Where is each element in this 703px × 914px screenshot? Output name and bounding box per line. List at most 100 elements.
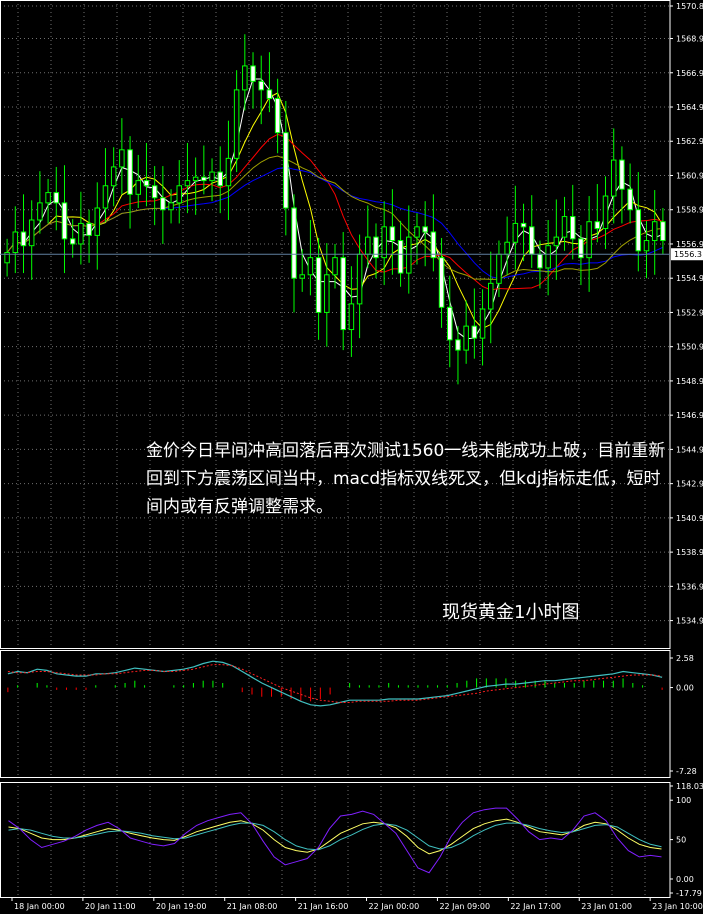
- candle-body: [504, 241, 510, 255]
- candle-body: [168, 202, 174, 211]
- candle-body: [487, 282, 494, 310]
- chart-label: 现货黄金1小时图: [442, 602, 580, 623]
- x-tick-label: 21 Jan 08:00: [227, 902, 278, 911]
- candle-body: [627, 188, 633, 211]
- x-tick-label: 18 Jan 00:00: [14, 902, 65, 911]
- candle-body: [471, 325, 478, 339]
- kdj-y-tick-label: 100: [676, 796, 691, 805]
- candle-body: [324, 274, 330, 313]
- candle-body: [586, 221, 592, 259]
- candle-body: [217, 171, 223, 187]
- candle-body: [414, 226, 420, 238]
- candle-body: [283, 132, 289, 209]
- candle-body: [651, 221, 658, 242]
- current-price-label: 1556.3: [674, 250, 702, 259]
- candle-body: [512, 222, 519, 243]
- kdj-y-tick-label: 118.03: [676, 782, 703, 791]
- candle-body: [192, 176, 199, 182]
- y-tick-label: 1546.9: [676, 411, 703, 420]
- commentary-text: 金价今日早间冲高回落后再次测试1560一线未能成功上破，目前重新回到下方震荡区间…: [146, 441, 666, 517]
- candle-body: [299, 274, 305, 279]
- x-tick-label: 22 Jan 00:00: [369, 902, 420, 911]
- candle-body: [422, 226, 428, 233]
- y-tick-label: 1558.9: [676, 206, 703, 215]
- y-tick-label: 1568.9: [676, 35, 703, 44]
- x-tick-label: 21 Jan 16:00: [298, 902, 349, 911]
- candle-body: [660, 221, 666, 242]
- candle-body: [242, 65, 248, 91]
- candle-body: [12, 231, 19, 254]
- macd-y-tick-label: 0.00: [676, 684, 694, 693]
- candle-body: [291, 207, 297, 279]
- candle-body: [569, 216, 576, 240]
- candle-body: [528, 226, 535, 255]
- kdj-y-tick-label: 50: [676, 836, 686, 845]
- y-tick-label: 1560.9: [676, 171, 703, 180]
- candle-body: [61, 202, 68, 240]
- candle-body: [447, 306, 453, 341]
- kdj-y-tick-label: 0.00: [676, 875, 694, 884]
- x-tick-label: 22 Jan 17:00: [510, 902, 561, 911]
- y-tick-label: 1544.9: [676, 445, 703, 454]
- candle-body: [258, 80, 264, 91]
- candle-body: [537, 253, 543, 269]
- y-tick-label: 1538.9: [676, 548, 703, 557]
- candle-body: [160, 197, 166, 211]
- candle-body: [332, 257, 338, 276]
- candle-body: [94, 207, 101, 236]
- candle-body: [225, 157, 232, 187]
- candle-body: [397, 240, 404, 274]
- candle-body: [135, 180, 142, 195]
- candle-body: [578, 238, 584, 259]
- candle-body: [553, 236, 560, 247]
- candle-body: [209, 171, 215, 182]
- candle-body: [438, 257, 445, 308]
- candle-body: [389, 226, 396, 242]
- x-tick-label: 23 Jan 10:00: [652, 902, 703, 911]
- candle-body: [619, 159, 625, 190]
- candle-body: [119, 149, 125, 168]
- y-tick-label: 1552.9: [676, 308, 703, 317]
- candle-body: [28, 219, 35, 247]
- candle-body: [545, 245, 551, 269]
- candle-body: [184, 180, 191, 187]
- candle-body: [45, 192, 51, 204]
- y-tick-label: 1536.9: [676, 582, 703, 591]
- candle-body: [463, 325, 469, 351]
- candle-body: [315, 257, 322, 313]
- candle-body: [233, 89, 240, 159]
- y-tick-label: 1564.9: [676, 103, 703, 112]
- candle-body: [455, 339, 461, 351]
- candle-body: [496, 253, 502, 284]
- macd-y-tick-label: -7.28: [676, 767, 697, 776]
- candle-body: [151, 185, 158, 199]
- y-tick-label: 1556.9: [676, 240, 703, 249]
- candle-body: [520, 222, 527, 228]
- y-tick-label: 1542.9: [676, 480, 703, 489]
- y-tick-label: 1566.9: [676, 69, 703, 78]
- candle-body: [635, 209, 642, 252]
- y-tick-label: 1562.9: [676, 137, 703, 146]
- candle-body: [340, 257, 346, 331]
- candle-body: [37, 202, 43, 221]
- candle-body: [78, 222, 84, 245]
- macd-y-tick-label: 2.58: [676, 654, 694, 663]
- candle-body: [406, 236, 412, 274]
- candle-body: [643, 240, 650, 252]
- x-tick-label: 23 Jan 01:00: [581, 902, 632, 911]
- candle-body: [602, 195, 609, 230]
- y-tick-label: 1534.9: [676, 617, 703, 626]
- candle-body: [110, 166, 117, 187]
- candle-body: [127, 149, 133, 195]
- y-tick-label: 1554.9: [676, 274, 703, 283]
- candle-body: [143, 180, 150, 187]
- x-tick-label: 20 Jan 11:00: [85, 902, 136, 911]
- candle-body: [102, 185, 109, 209]
- candle-body: [356, 253, 363, 305]
- y-tick-label: 1570.8: [676, 2, 703, 11]
- candle-body: [561, 216, 568, 238]
- kdj-y-tick-label: -17.79: [676, 889, 702, 898]
- y-tick-label: 1550.9: [676, 343, 703, 352]
- candle-body: [479, 308, 486, 339]
- candle-body: [69, 238, 76, 245]
